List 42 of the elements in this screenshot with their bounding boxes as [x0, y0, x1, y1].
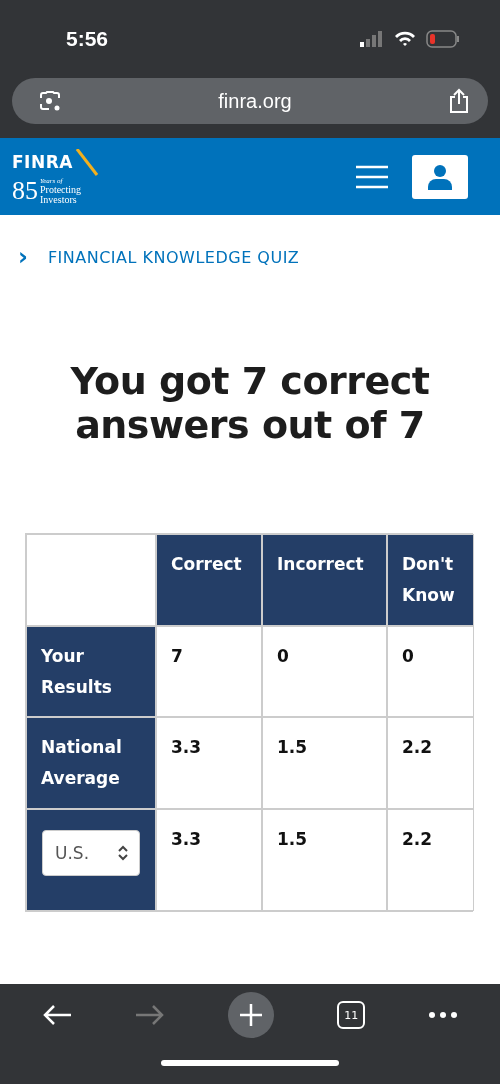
table-cell: 2.2: [387, 717, 474, 809]
updown-chevron-icon: [117, 845, 129, 861]
camera-icon[interactable]: [38, 89, 62, 113]
back-arrow-icon: [41, 1004, 72, 1026]
back-button[interactable]: [41, 1004, 72, 1026]
column-header: Correct: [156, 534, 262, 626]
column-header: Incorrect: [262, 534, 387, 626]
table-cell: 1.5: [262, 717, 387, 809]
logo-wordmark[interactable]: FINRA: [12, 154, 73, 171]
status-time: 5:56: [66, 27, 109, 51]
table-cell: 3.3: [156, 717, 262, 809]
url-text[interactable]: finra.org: [218, 89, 292, 113]
table-cell: 3.3: [156, 809, 262, 911]
column-header: Don't Know: [387, 534, 474, 626]
table-cell: 2.2: [387, 809, 474, 911]
account-button[interactable]: [412, 154, 468, 199]
row-header: National Average: [26, 717, 156, 809]
forward-arrow-icon: [134, 1004, 165, 1026]
table-cell: 0: [262, 626, 387, 717]
person-icon: [428, 163, 452, 190]
logo-tagline: Investors: [40, 194, 78, 205]
more-button[interactable]: [428, 1011, 459, 1019]
logo-years: 85: [12, 178, 38, 204]
breadcrumb-link[interactable]: FINANCIAL KNOWLEDGE QUIZ: [47, 247, 300, 267]
menu-icon[interactable]: [356, 164, 388, 189]
new-tab-button[interactable]: [227, 992, 274, 1038]
wifi-icon: [394, 31, 416, 47]
signal-icon: [360, 31, 384, 47]
result-heading: You got 7 correct answers out of 7: [69, 359, 431, 447]
share-icon[interactable]: [448, 88, 470, 114]
battery-icon: [426, 30, 460, 48]
plus-icon: [238, 1003, 263, 1027]
more-icon: [428, 1011, 459, 1019]
logo-slash-icon: [74, 148, 99, 177]
row-header: Your Results: [26, 626, 156, 717]
table-cell: 7: [156, 626, 262, 717]
logo-tagline: Protecting: [40, 184, 82, 195]
table-cell: 1.5: [262, 809, 387, 911]
tabs-button[interactable]: 11: [337, 1001, 366, 1029]
chevron-icon: ›: [18, 245, 28, 269]
table-cell: 0: [387, 626, 474, 717]
region-select[interactable]: U.S.: [42, 830, 140, 876]
